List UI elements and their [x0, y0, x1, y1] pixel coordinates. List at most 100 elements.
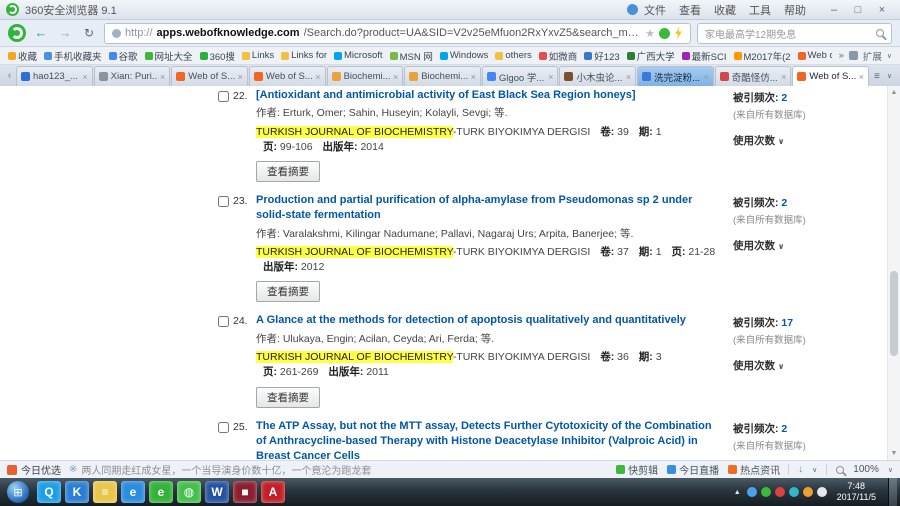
times-cited-link[interactable]: 2: [781, 423, 787, 435]
browser-tab[interactable]: Xian: Puri... ×: [93, 66, 171, 86]
tab-close-icon[interactable]: ×: [315, 72, 320, 82]
menu-help[interactable]: 帮助: [784, 2, 806, 18]
maximize-button[interactable]: □: [846, 4, 870, 16]
download-icon[interactable]: ↓: [798, 464, 803, 475]
search-box[interactable]: [697, 22, 892, 44]
browser-tab[interactable]: Web of S... ×: [171, 66, 248, 86]
menu-favorites[interactable]: 收藏: [714, 2, 736, 18]
scroll-down-icon[interactable]: ▼: [888, 447, 900, 460]
bookmark-item[interactable]: MSN 网: [389, 49, 433, 63]
close-button[interactable]: ×: [870, 4, 894, 16]
vertical-scrollbar[interactable]: ▲ ▼: [887, 86, 900, 460]
download-caret-icon[interactable]: ∨: [812, 466, 817, 474]
news-headline[interactable]: ※ 两人同期走红成女星，一个当导演身价数十亿，一个竟沦为跑龙套: [69, 462, 608, 477]
browser-tab[interactable]: Biochemi... ×: [404, 66, 481, 86]
tab-list-icon[interactable]: ≡: [874, 71, 880, 82]
bookmark-item[interactable]: 网址大全: [144, 49, 193, 63]
tab-close-icon[interactable]: ×: [238, 72, 243, 82]
browser-tab[interactable]: Biochemi... ×: [326, 66, 404, 86]
tab-close-icon[interactable]: ×: [160, 72, 165, 82]
speed-mode-icon[interactable]: [659, 27, 670, 39]
ie-browser-icon[interactable]: e: [121, 481, 145, 503]
bookmarks-chevron-icon[interactable]: »: [839, 50, 844, 61]
tab-close-icon[interactable]: ×: [393, 72, 398, 82]
quick-cut-button[interactable]: 快剪辑: [616, 462, 658, 477]
bookmark-item[interactable]: Links: [241, 50, 274, 61]
qq-icon[interactable]: Q: [37, 481, 61, 503]
menu-view[interactable]: 查看: [679, 2, 701, 18]
browser-logo-icon[interactable]: [8, 24, 26, 42]
result-checkbox[interactable]: [218, 91, 229, 102]
bookmark-item[interactable]: M2017年(2: [733, 49, 791, 63]
tab-close-icon[interactable]: ×: [781, 72, 786, 82]
times-cited-link[interactable]: 17: [781, 317, 793, 329]
scroll-up-icon[interactable]: ▲: [888, 86, 900, 99]
extensions-caret-icon[interactable]: ∨: [887, 52, 892, 60]
hot-news-button[interactable]: 热点资讯: [728, 462, 780, 477]
start-button[interactable]: ⊞: [7, 481, 29, 503]
live-today-button[interactable]: 今日直播: [667, 462, 719, 477]
browser-tab[interactable]: hao123_... ×: [16, 66, 93, 86]
usage-count-toggle[interactable]: 使用次数 ∨: [733, 238, 883, 253]
notes-icon[interactable]: ≡: [93, 481, 117, 503]
address-input[interactable]: http:// apps.webofknowledge.com /Search.…: [104, 22, 691, 44]
browser-tab[interactable]: 洗完淀粉... ×: [637, 66, 714, 86]
result-checkbox[interactable]: [218, 316, 229, 328]
daily-picks-widget[interactable]: 今日优选: [7, 462, 61, 477]
result-title-link[interactable]: The ATP Assay, but not the MTT assay, De…: [256, 420, 712, 460]
word-icon[interactable]: W: [205, 481, 229, 503]
bookmark-item[interactable]: Links for: [281, 50, 327, 61]
bookmark-item[interactable]: 最新SCI: [681, 49, 727, 63]
browser-tab[interactable]: Web of S... ×: [792, 66, 870, 86]
zoom-caret-icon[interactable]: ∨: [888, 466, 893, 474]
minimize-button[interactable]: –: [822, 4, 846, 16]
browser-tab[interactable]: 奇酷怪仿... ×: [714, 66, 792, 86]
show-desktop-button[interactable]: [888, 478, 897, 506]
favorite-star-icon[interactable]: ★: [645, 27, 655, 40]
search-icon[interactable]: [876, 29, 884, 37]
tab-close-icon[interactable]: ×: [548, 72, 553, 82]
bookmark-item[interactable]: 谷歌: [108, 49, 138, 63]
back-button[interactable]: ←: [32, 24, 50, 42]
lightning-icon[interactable]: [675, 26, 682, 40]
menu-tools[interactable]: 工具: [749, 2, 771, 18]
tab-close-icon[interactable]: ×: [82, 72, 87, 82]
browser-tab[interactable]: Web of S... ×: [248, 66, 326, 86]
usage-count-toggle[interactable]: 使用次数 ∨: [733, 133, 883, 148]
times-cited-link[interactable]: 2: [781, 197, 787, 209]
view-abstract-button[interactable]: 查看摘要: [256, 161, 320, 183]
bookmark-item[interactable]: 手机收藏夹: [44, 49, 102, 63]
tray-volume-icon[interactable]: [802, 487, 813, 497]
result-checkbox[interactable]: [218, 421, 229, 433]
result-title-link[interactable]: A Glance at the methods for detection of…: [256, 314, 686, 326]
refresh-button[interactable]: ↻: [80, 24, 98, 42]
tray-net-icon[interactable]: [788, 487, 799, 497]
result-checkbox[interactable]: [218, 196, 229, 208]
zoom-level[interactable]: 100%: [853, 464, 879, 475]
result-title-link[interactable]: Production and partial purification of a…: [256, 194, 692, 221]
bookmark-item[interactable]: others: [495, 50, 532, 61]
result-title-link[interactable]: [Antioxidant and antimicrobial activity …: [256, 89, 636, 101]
kugou-icon[interactable]: K: [65, 481, 89, 503]
scrollbar-thumb[interactable]: [890, 271, 898, 356]
bookmark-item[interactable]: 如微商: [538, 49, 577, 63]
taskbar-clock[interactable]: 7:48 2017/11/5: [831, 481, 882, 504]
usage-count-toggle[interactable]: 使用次数 ∨: [733, 358, 883, 373]
forward-button[interactable]: →: [56, 24, 74, 42]
tab-close-icon[interactable]: ×: [626, 72, 631, 82]
tray-msg-icon[interactable]: [746, 487, 757, 497]
tray-power-icon[interactable]: [816, 487, 827, 497]
bookmark-item[interactable]: 360搜: [199, 49, 235, 63]
adobe-reader-icon[interactable]: A: [261, 481, 285, 503]
bookmark-item[interactable]: 好123: [584, 49, 620, 63]
tab-close-icon[interactable]: ×: [704, 72, 709, 82]
browser-tab[interactable]: Glgoo 学... ×: [481, 66, 559, 86]
extensions-icon[interactable]: [848, 51, 858, 60]
tray-security-icon[interactable]: [774, 487, 785, 497]
tab-close-icon[interactable]: ×: [859, 72, 864, 82]
user-avatar-icon[interactable]: [627, 4, 638, 15]
menu-file[interactable]: 文件: [644, 2, 666, 18]
tab-close-icon[interactable]: ×: [471, 72, 476, 82]
360-browser-icon[interactable]: e: [149, 481, 173, 503]
tray-expand-icon[interactable]: ▲: [732, 489, 743, 496]
